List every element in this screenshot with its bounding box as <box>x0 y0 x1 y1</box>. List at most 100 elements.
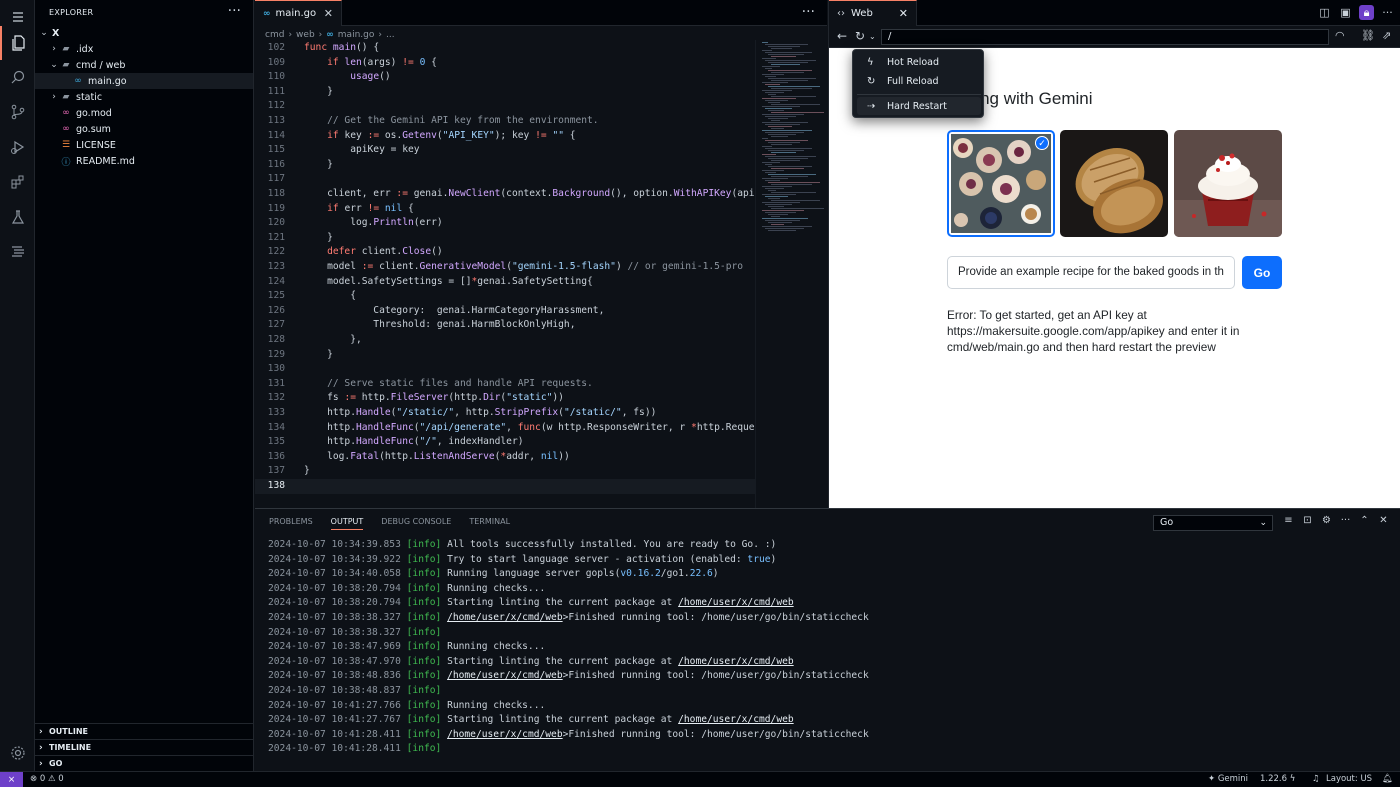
code-line[interactable]: 117 <box>255 172 755 187</box>
bell-icon[interactable]: ♫ <box>1312 774 1320 784</box>
code-line[interactable]: 109 if len(args) != 0 { <box>255 56 755 71</box>
code-line[interactable]: 130 <box>255 362 755 377</box>
code-line[interactable]: 122 defer client.Close() <box>255 245 755 260</box>
outline-icon[interactable] <box>0 235 35 269</box>
tree-item[interactable]: ☰ LICENSE <box>35 137 253 153</box>
explorer-icon[interactable] <box>0 26 35 60</box>
lock-icon[interactable]: ⊡ <box>1302 515 1313 526</box>
tree-item[interactable]: ⌄ ▰ cmd / web <box>35 57 253 73</box>
notifications-bell-icon[interactable]: 🔔︎ <box>1382 774 1393 784</box>
more-actions-icon[interactable]: ··· <box>1380 5 1395 20</box>
code-line[interactable]: 127 Threshold: genai.HarmBlockOnlyHigh, <box>255 318 755 333</box>
code-line[interactable]: 136 log.Fatal(http.ListenAndServe(*addr,… <box>255 450 755 465</box>
menu-item-hot-reload[interactable]: ϟ Hot Reload <box>857 53 981 71</box>
output-channel-select[interactable]: Go ⌄ <box>1153 515 1273 531</box>
code-line[interactable]: 132 fs := http.FileServer(http.Dir("stat… <box>255 391 755 406</box>
code-line[interactable]: 125 { <box>255 289 755 304</box>
code-line[interactable]: 131 // Serve static files and handle API… <box>255 377 755 392</box>
code-line[interactable]: 114 if key := os.Getenv("API_KEY"); key … <box>255 129 755 144</box>
code-line[interactable]: 128 }, <box>255 333 755 348</box>
go-version-status[interactable]: 1.22.6 ϟ <box>1260 774 1295 784</box>
gear-icon[interactable]: ⚙ <box>1321 515 1332 526</box>
lock-icon[interactable]: 🔒︎ <box>1359 5 1374 20</box>
open-external-icon[interactable]: ⇗ <box>1382 29 1391 42</box>
run-debug-icon[interactable] <box>0 130 35 164</box>
timeline-section[interactable]: › TIMELINE <box>35 739 253 755</box>
maximize-panel-icon[interactable]: ⌃ <box>1359 515 1370 526</box>
output-log[interactable]: 2024-10-07 10:34:39.853 [info] All tools… <box>268 538 1388 757</box>
menu-item-full-reload[interactable]: ↻ Full Reload <box>857 72 981 90</box>
code-lines[interactable]: 102 func main() {109 if len(args) != 0 {1… <box>255 41 755 501</box>
more-actions-icon[interactable]: ··· <box>802 4 815 20</box>
code-line[interactable]: 113 // Get the Gemini API key from the e… <box>255 114 755 129</box>
chevron-down-icon[interactable]: ⌄ <box>869 32 876 41</box>
code-line[interactable]: 123 model := client.GenerativeModel("gem… <box>255 260 755 275</box>
search-icon[interactable] <box>0 60 35 94</box>
gauge-icon[interactable]: ◠ <box>1335 29 1345 42</box>
remote-indicator-icon[interactable]: ⨯ <box>0 772 23 787</box>
code-line[interactable]: 134 http.HandleFunc("/api/generate", fun… <box>255 421 755 436</box>
tab-web[interactable]: ‹› Web ✕ <box>829 0 917 26</box>
keyboard-layout-status[interactable]: Layout: US <box>1326 774 1372 784</box>
layout-icon[interactable]: ▣ <box>1338 5 1353 20</box>
testing-icon[interactable] <box>0 200 35 234</box>
close-icon[interactable]: ✕ <box>324 7 333 20</box>
close-icon[interactable]: ✕ <box>1378 515 1389 526</box>
extensions-icon[interactable] <box>0 165 35 199</box>
sticky-scroll-line[interactable]: 102 func main() { <box>255 41 755 56</box>
code-line[interactable]: 120 log.Println(err) <box>255 216 755 231</box>
source-control-icon[interactable] <box>0 95 35 129</box>
reload-icon[interactable]: ↻ <box>855 29 865 43</box>
more-actions-icon[interactable]: ··· <box>1340 515 1351 526</box>
tree-item[interactable]: ∞ go.mod <box>35 105 253 121</box>
outline-section[interactable]: › OUTLINE <box>35 723 253 739</box>
tree-item[interactable]: › ▰ .idx <box>35 41 253 57</box>
go-section[interactable]: › GO <box>35 755 253 771</box>
code-line[interactable]: 124 model.SafetySettings = []*genai.Safe… <box>255 275 755 290</box>
minimap[interactable] <box>755 40 827 508</box>
close-icon[interactable]: ✕ <box>899 7 908 20</box>
more-actions-icon[interactable]: ··· <box>228 3 241 19</box>
tree-item[interactable]: ∞ go.sum <box>35 121 253 137</box>
code-line[interactable]: 133 http.Handle("/static/", http.StripPr… <box>255 406 755 421</box>
code-line[interactable]: 116 } <box>255 158 755 173</box>
split-editor-icon[interactable]: ◫ <box>1317 5 1332 20</box>
code-line[interactable]: 135 http.HandleFunc("/", indexHandler) <box>255 435 755 450</box>
code-line[interactable]: 119 if err != nil { <box>255 202 755 217</box>
link-icon[interactable]: ⛓ <box>1361 29 1375 42</box>
code-line[interactable]: 137} <box>255 464 755 479</box>
tab-debug-console[interactable]: DEBUG CONSOLE <box>381 517 451 530</box>
code-line[interactable]: 112 <box>255 99 755 114</box>
code-line[interactable]: 126 Category: genai.HarmCategoryHarassme… <box>255 304 755 319</box>
breadcrumb-item[interactable]: ... <box>386 30 395 40</box>
tab-main-go[interactable]: ∞ main.go ✕ <box>255 0 342 26</box>
code-line[interactable]: 111 } <box>255 85 755 100</box>
code-line[interactable]: 118 client, err := genai.NewClient(conte… <box>255 187 755 202</box>
back-arrow-icon[interactable]: ← <box>837 29 847 43</box>
url-input[interactable]: / <box>881 29 1329 45</box>
tree-item[interactable]: › ▰ static <box>35 89 253 105</box>
code-line[interactable]: 110 usage() <box>255 70 755 85</box>
code-line[interactable]: 115 apiKey = key <box>255 143 755 158</box>
code-line[interactable]: 129 } <box>255 348 755 363</box>
code-line[interactable]: 138 <box>255 479 755 494</box>
tab-output[interactable]: OUTPUT <box>330 517 364 530</box>
tab-problems[interactable]: PROBLEMS <box>269 517 313 530</box>
image-option-bread-loaves[interactable] <box>1060 130 1168 237</box>
breadcrumb-item[interactable]: cmd <box>265 30 284 40</box>
filter-list-icon[interactable]: ≡ <box>1283 515 1294 526</box>
code-line[interactable]: 121 } <box>255 231 755 246</box>
go-button[interactable]: Go <box>1242 256 1282 289</box>
tab-terminal[interactable]: TERMINAL <box>469 517 510 530</box>
breadcrumb-item[interactable]: web <box>296 30 315 40</box>
tree-item[interactable]: ⓘ README.md <box>35 153 253 169</box>
menu-item-hard-restart[interactable]: ⇢ Hard Restart <box>857 97 981 115</box>
tree-root[interactable]: ⌄ X <box>35 25 253 41</box>
image-option-baked-goods-table[interactable]: ✓ <box>947 130 1055 237</box>
prompt-input[interactable]: Provide an example recipe for the baked … <box>947 256 1235 289</box>
problems-indicator[interactable]: ⊗ 0 ⚠ 0 <box>30 774 64 784</box>
tree-item[interactable]: ∞ main.go <box>35 73 253 89</box>
gemini-status[interactable]: ✦ Gemini <box>1208 774 1248 784</box>
settings-gear-icon[interactable] <box>0 736 35 770</box>
breadcrumb-item[interactable]: main.go <box>338 30 375 40</box>
